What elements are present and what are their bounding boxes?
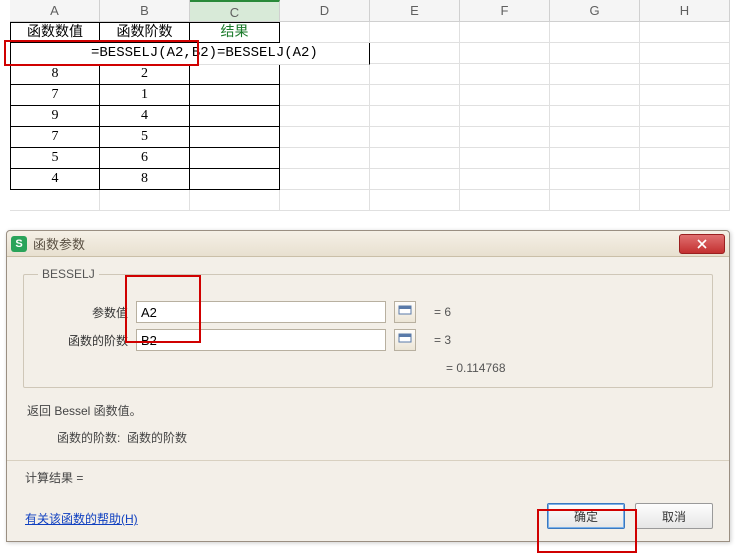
cell-a3[interactable]: 8 (10, 64, 100, 85)
help-link[interactable]: 有关该函数的帮助(H) (25, 510, 138, 527)
col-header-g[interactable]: G (550, 0, 640, 22)
close-icon (697, 239, 707, 249)
range-picker-icon (398, 305, 412, 319)
cancel-button[interactable]: 取消 (635, 503, 713, 529)
cell-f1[interactable] (460, 22, 550, 43)
cell-g1[interactable] (550, 22, 640, 43)
col-header-e[interactable]: E (370, 0, 460, 22)
param-description: 函数的阶数: 函数的阶数 (57, 429, 713, 446)
close-button[interactable] (679, 234, 725, 254)
col-header-a[interactable]: A (10, 0, 100, 22)
cell-b6[interactable]: 5 (100, 127, 190, 148)
cell-g2[interactable] (550, 43, 640, 64)
col-header-b[interactable]: B (100, 0, 190, 22)
cell-a8[interactable]: 4 (10, 169, 100, 190)
col-header-f[interactable]: F (460, 0, 550, 22)
cell-b4[interactable]: 1 (100, 85, 190, 106)
cell-d1[interactable] (280, 22, 370, 43)
param-eval-value: = 6 (434, 305, 451, 319)
col-header-h[interactable]: H (640, 0, 730, 22)
cell-b1[interactable]: 函数阶数 (100, 22, 190, 43)
spreadsheet: A B C D E F G H 函数数值 函数阶数 结果 (0, 0, 736, 211)
param-input-order[interactable] (136, 329, 386, 351)
col-header-c[interactable]: C (190, 0, 280, 22)
range-picker-order[interactable] (394, 329, 416, 351)
cell-h1[interactable] (640, 22, 730, 43)
column-headers: A B C D E F G H (0, 0, 736, 22)
param-row-order: 函数的阶数 = 3 (38, 329, 698, 351)
function-group: BESSELJ 参数值 = 6 函数的阶数 = 3 = 0.114768 (23, 267, 713, 388)
cell-c5[interactable] (190, 106, 280, 127)
cell-b5[interactable]: 4 (100, 106, 190, 127)
function-arguments-dialog: S 函数参数 BESSELJ 参数值 = 6 函数的阶数 = 3 (6, 230, 730, 542)
cell-b3[interactable]: 2 (100, 64, 190, 85)
param-eval-order: = 3 (434, 333, 451, 347)
formula-edit-overlay[interactable]: =BESSELJ(A2,B2)=BESSELJ(A2) (10, 43, 370, 65)
col-header-d[interactable]: D (280, 0, 370, 22)
function-description: 返回 Bessel 函数值。 (27, 402, 713, 419)
cell-a4[interactable]: 7 (10, 85, 100, 106)
range-picker-icon (398, 333, 412, 347)
param-row-value: 参数值 = 6 (38, 301, 698, 323)
cell-c6[interactable] (190, 127, 280, 148)
cell-a5[interactable]: 9 (10, 106, 100, 127)
function-name: BESSELJ (38, 267, 99, 281)
ok-button[interactable]: 确定 (547, 503, 625, 529)
cell-c4[interactable] (190, 85, 280, 106)
cell-b7[interactable]: 6 (100, 148, 190, 169)
cell-a7[interactable]: 5 (10, 148, 100, 169)
param-label-value: 参数值 (38, 304, 128, 321)
cell-c8[interactable] (190, 169, 280, 190)
cell-f2[interactable] (460, 43, 550, 64)
cell-a1[interactable]: 函数数值 (10, 22, 100, 43)
range-picker-value[interactable] (394, 301, 416, 323)
app-icon: S (11, 236, 27, 252)
result-preview: = 0.114768 (446, 361, 698, 375)
cell-e1[interactable] (370, 22, 460, 43)
param-input-value[interactable] (136, 301, 386, 323)
dialog-title: 函数参数 (33, 234, 679, 253)
dialog-titlebar[interactable]: S 函数参数 (7, 231, 729, 257)
param-label-order: 函数的阶数 (38, 332, 128, 349)
cell-c1[interactable]: 结果 (190, 22, 280, 43)
calc-result-label: 计算结果 = (25, 469, 83, 486)
cell-b8[interactable]: 8 (100, 169, 190, 190)
cell-h2[interactable] (640, 43, 730, 64)
cell-c3[interactable] (190, 64, 280, 85)
cell-e2[interactable] (370, 43, 460, 64)
cell-a6[interactable]: 7 (10, 127, 100, 148)
cell-c7[interactable] (190, 148, 280, 169)
